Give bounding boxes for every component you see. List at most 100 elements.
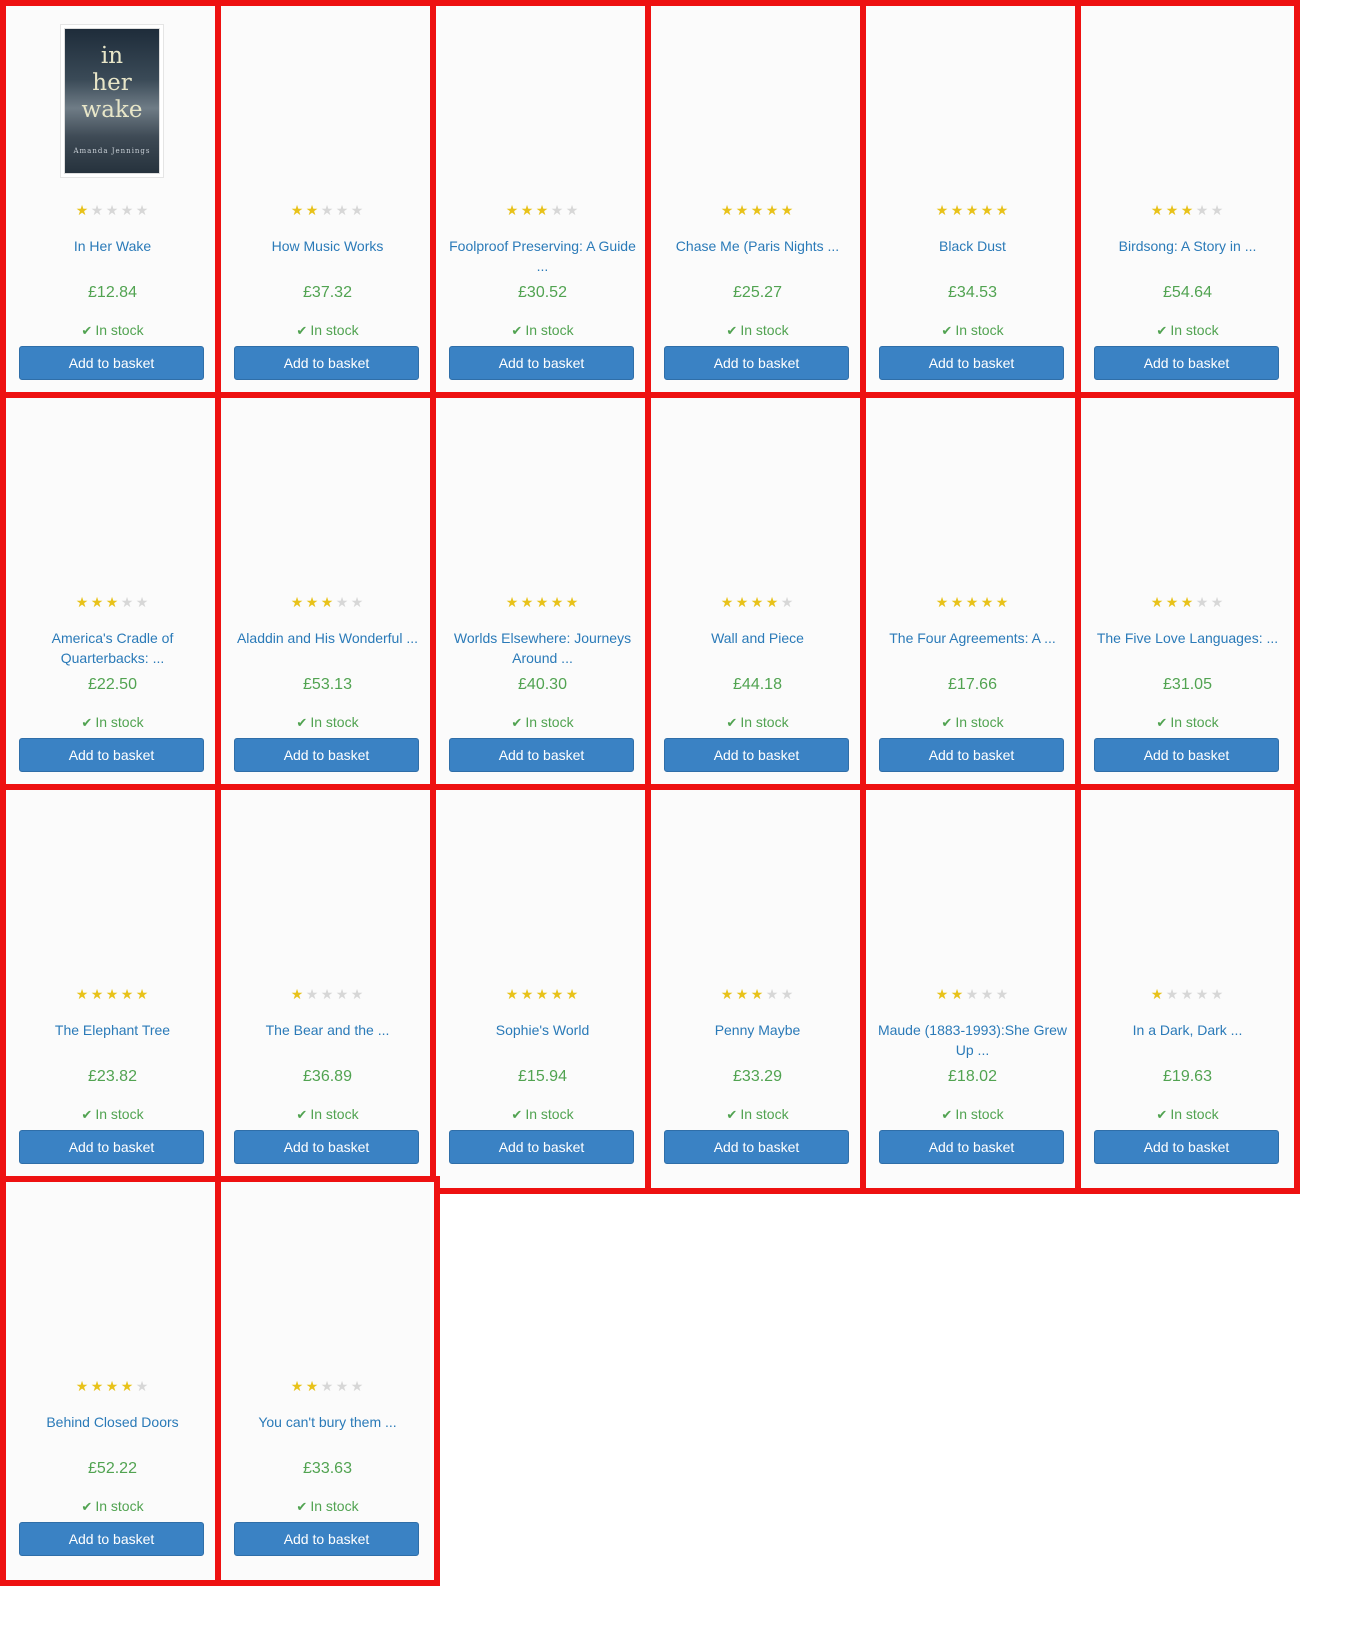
product-title-link[interactable]: Sophie's World [442, 1020, 643, 1060]
product-title-link[interactable]: Penny Maybe [657, 1020, 858, 1060]
stock-label: In stock [95, 1498, 144, 1514]
star-icon: ★ [935, 986, 950, 1002]
product-title-link[interactable]: Worlds Elsewhere: Journeys Around ... [442, 628, 643, 668]
availability: ✔ In stock [436, 1105, 649, 1125]
add-to-basket-button[interactable]: Add to basket [449, 738, 634, 772]
add-to-basket-button[interactable]: Add to basket [1094, 1130, 1279, 1164]
add-to-basket-button[interactable]: Add to basket [1094, 346, 1279, 380]
product-price: £40.30 [518, 676, 567, 693]
add-to-basket-button[interactable]: Add to basket [664, 1130, 849, 1164]
product-price: £18.02 [948, 1068, 997, 1085]
product-title-link[interactable]: You can't bury them ... [227, 1412, 428, 1452]
add-to-basket-button[interactable]: Add to basket [879, 738, 1064, 772]
check-icon: ✔ [1156, 1108, 1168, 1123]
cover-title-word: in [100, 43, 124, 69]
product-title-link[interactable]: Maude (1883-1993):She Grew Up ... [872, 1020, 1073, 1060]
star-icon: ★ [965, 594, 980, 610]
availability: ✔ In stock [221, 713, 434, 733]
product-card: ★★★★★ How Music Works £37.32 ✔ In stock Add t… [215, 0, 440, 410]
product-title-link[interactable]: Aladdin and His Wonderful ... [227, 628, 428, 668]
star-icon: ★ [995, 594, 1010, 610]
book-cover-image[interactable]: in her wake Amanda Jennings [65, 29, 159, 173]
availability: ✔ In stock [221, 1105, 434, 1125]
star-icon: ★ [505, 202, 520, 218]
product-card: in her wake Amanda Jennings ★★★★★ In Her Wake… [0, 0, 225, 410]
star-icon: ★ [335, 202, 350, 218]
star-rating: ★★★★★ [866, 202, 1079, 218]
product-card-body: ★★★★★ The Bear and the ... £36.89 ✔ In stock… [221, 790, 434, 1188]
product-grid: in her wake Amanda Jennings ★★★★★ In Her Wake… [0, 0, 1361, 1640]
add-to-basket-button[interactable]: Add to basket [19, 738, 204, 772]
star-icon: ★ [90, 1378, 105, 1394]
availability: ✔ In stock [6, 713, 219, 733]
product-title-link[interactable]: How Music Works [227, 236, 428, 276]
product-price: £33.29 [733, 1068, 782, 1085]
star-icon: ★ [335, 986, 350, 1002]
product-title-link[interactable]: In a Dark, Dark ... [1087, 1020, 1288, 1060]
stock-label: In stock [955, 322, 1004, 338]
add-to-basket-button[interactable]: Add to basket [449, 1130, 634, 1164]
star-icon: ★ [105, 202, 120, 218]
star-icon: ★ [995, 202, 1010, 218]
star-rating: ★★★★★ [221, 986, 434, 1002]
check-icon: ✔ [296, 324, 308, 339]
star-icon: ★ [520, 594, 535, 610]
star-icon: ★ [995, 986, 1010, 1002]
add-to-basket-button[interactable]: Add to basket [19, 1130, 204, 1164]
star-icon: ★ [565, 986, 580, 1002]
product-title-link[interactable]: America's Cradle of Quarterbacks: ... [12, 628, 213, 668]
star-rating: ★★★★★ [6, 202, 219, 218]
star-icon: ★ [305, 202, 320, 218]
stock-label: In stock [955, 714, 1004, 730]
product-card-body: ★★★★★ Aladdin and His Wonderful ... £53.13… [221, 398, 434, 796]
add-to-basket-button[interactable]: Add to basket [879, 1130, 1064, 1164]
star-icon: ★ [735, 202, 750, 218]
product-card: ★★★★★ Birdsong: A Story in ... £54.64 ✔ In s… [1075, 0, 1300, 410]
availability: ✔ In stock [651, 321, 864, 341]
star-icon: ★ [750, 594, 765, 610]
add-to-basket-button[interactable]: Add to basket [449, 346, 634, 380]
product-title-link[interactable]: The Elephant Tree [12, 1020, 213, 1060]
product-title-link[interactable]: Chase Me (Paris Nights ... [657, 236, 858, 276]
product-title-link[interactable]: The Bear and the ... [227, 1020, 428, 1060]
availability: ✔ In stock [436, 321, 649, 341]
check-icon: ✔ [726, 716, 738, 731]
add-to-basket-button[interactable]: Add to basket [1094, 738, 1279, 772]
product-title-link[interactable]: The Five Love Languages: ... [1087, 628, 1288, 668]
product-title-link[interactable]: Wall and Piece [657, 628, 858, 668]
star-icon: ★ [765, 986, 780, 1002]
star-icon: ★ [565, 594, 580, 610]
star-icon: ★ [750, 202, 765, 218]
star-rating: ★★★★★ [6, 1378, 219, 1394]
product-title-link[interactable]: Black Dust [872, 236, 1073, 276]
add-to-basket-button[interactable]: Add to basket [234, 346, 419, 380]
stock-label: In stock [740, 714, 789, 730]
add-to-basket-button[interactable]: Add to basket [664, 346, 849, 380]
star-icon: ★ [550, 594, 565, 610]
product-title-link[interactable]: Foolproof Preserving: A Guide ... [442, 236, 643, 276]
star-rating: ★★★★★ [436, 594, 649, 610]
stock-label: In stock [95, 322, 144, 338]
product-image-link[interactable]: in her wake Amanda Jennings [62, 25, 162, 180]
product-title-link[interactable]: In Her Wake [12, 236, 213, 276]
star-icon: ★ [1180, 202, 1195, 218]
add-to-basket-button[interactable]: Add to basket [234, 1130, 419, 1164]
add-to-basket-button[interactable]: Add to basket [879, 346, 1064, 380]
product-title-link[interactable]: The Four Agreements: A ... [872, 628, 1073, 668]
product-card: ★★★★★ America's Cradle of Quarterbacks: .… [0, 392, 225, 802]
product-card: ★★★★★ Penny Maybe £33.29 ✔ In stock Add to ba… [645, 784, 870, 1194]
star-icon: ★ [290, 594, 305, 610]
product-card: ★★★★★ The Bear and the ... £36.89 ✔ In stock… [215, 784, 440, 1194]
add-to-basket-button[interactable]: Add to basket [234, 1522, 419, 1556]
add-to-basket-button[interactable]: Add to basket [234, 738, 419, 772]
add-to-basket-button[interactable]: Add to basket [664, 738, 849, 772]
check-icon: ✔ [296, 716, 308, 731]
availability: ✔ In stock [866, 1105, 1079, 1125]
star-icon: ★ [135, 1378, 150, 1394]
product-title-link[interactable]: Birdsong: A Story in ... [1087, 236, 1288, 276]
product-title-link[interactable]: Behind Closed Doors [12, 1412, 213, 1452]
product-price: £15.94 [518, 1068, 567, 1085]
add-to-basket-button[interactable]: Add to basket [19, 346, 204, 380]
star-icon: ★ [320, 594, 335, 610]
add-to-basket-button[interactable]: Add to basket [19, 1522, 204, 1556]
